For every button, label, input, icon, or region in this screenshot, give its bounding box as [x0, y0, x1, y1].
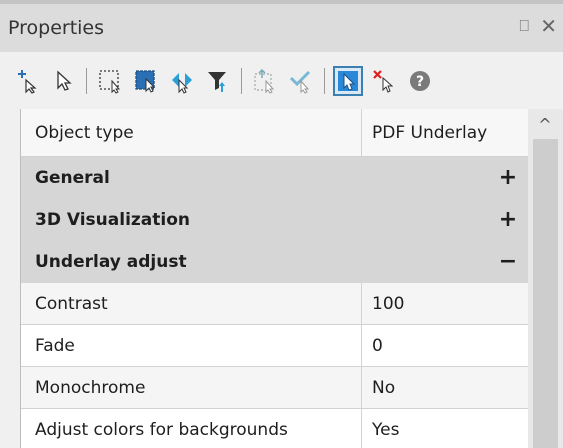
- property-value[interactable]: 100: [361, 283, 528, 324]
- select-window-icon: [99, 69, 121, 94]
- property-row-adjust-colors[interactable]: Adjust colors for backgrounds Yes: [21, 409, 528, 448]
- quick-select-icon: [254, 68, 275, 94]
- select-checked-button[interactable]: [286, 66, 316, 96]
- panel-title: Properties: [8, 17, 105, 39]
- toolbar-separator: [324, 67, 325, 94]
- add-to-selection-icon: [18, 69, 37, 94]
- toolbar-separator: [241, 67, 242, 94]
- help-glyph: ?: [416, 74, 424, 90]
- select-objects-button[interactable]: [333, 65, 363, 96]
- vertical-scrollbar[interactable]: ^: [528, 109, 563, 448]
- scroll-thumb[interactable]: [533, 139, 558, 448]
- select-all-button[interactable]: [131, 66, 161, 96]
- category-general[interactable]: General +: [21, 157, 528, 199]
- property-value[interactable]: No: [361, 367, 528, 408]
- remove-from-selection-icon: [373, 69, 394, 93]
- category-label: General: [35, 167, 110, 188]
- expand-icon[interactable]: +: [488, 165, 528, 190]
- select-similar-icon: [172, 72, 192, 94]
- help-button[interactable]: ?: [405, 66, 435, 96]
- collapse-icon[interactable]: −: [488, 249, 528, 274]
- panel-titlebar: Properties ⎕ ✕: [0, 0, 563, 52]
- property-row-monochrome[interactable]: Monochrome No: [21, 367, 528, 409]
- select-button[interactable]: [48, 66, 78, 96]
- category-3d-visualization[interactable]: 3D Visualization +: [21, 199, 528, 241]
- select-similar-button[interactable]: [167, 66, 197, 96]
- select-arrow-icon: [57, 70, 72, 91]
- property-row-contrast[interactable]: Contrast 100: [21, 283, 528, 325]
- scroll-up-icon[interactable]: ^: [535, 115, 555, 134]
- property-row-fade[interactable]: Fade 0: [21, 325, 528, 367]
- select-checked-icon: [289, 70, 311, 94]
- pin-icon[interactable]: ⎕: [519, 16, 529, 36]
- toolbar-separator: [86, 67, 87, 94]
- property-label: Monochrome: [35, 377, 146, 398]
- quick-select-button[interactable]: [250, 66, 280, 96]
- select-window-button[interactable]: [95, 66, 125, 96]
- property-label: Adjust colors for backgrounds: [35, 419, 288, 440]
- select-all-icon: [135, 69, 156, 93]
- category-label: 3D Visualization: [35, 209, 190, 230]
- property-grid: Object type PDF Underlay General + 3D Vi…: [20, 109, 528, 448]
- category-label: Underlay adjust: [35, 251, 187, 272]
- object-type-value: PDF Underlay: [361, 109, 528, 156]
- help-icon: ?: [410, 70, 430, 91]
- object-type-row[interactable]: Object type PDF Underlay: [21, 109, 528, 157]
- property-value[interactable]: 0: [361, 325, 528, 366]
- object-type-label: Object type: [35, 122, 134, 143]
- close-icon[interactable]: ✕: [540, 14, 557, 38]
- expand-icon[interactable]: +: [488, 207, 528, 232]
- remove-from-selection-button[interactable]: [369, 66, 399, 96]
- property-value[interactable]: Yes: [361, 409, 528, 448]
- property-label: Fade: [35, 335, 75, 356]
- add-to-selection-button[interactable]: [12, 66, 42, 96]
- property-label: Contrast: [35, 293, 108, 314]
- properties-toolbar: ?: [0, 52, 563, 109]
- filter-select-icon: [208, 71, 226, 92]
- filter-select-button[interactable]: [203, 66, 233, 96]
- select-objects-icon: [338, 70, 358, 91]
- category-underlay-adjust[interactable]: Underlay adjust −: [21, 241, 528, 283]
